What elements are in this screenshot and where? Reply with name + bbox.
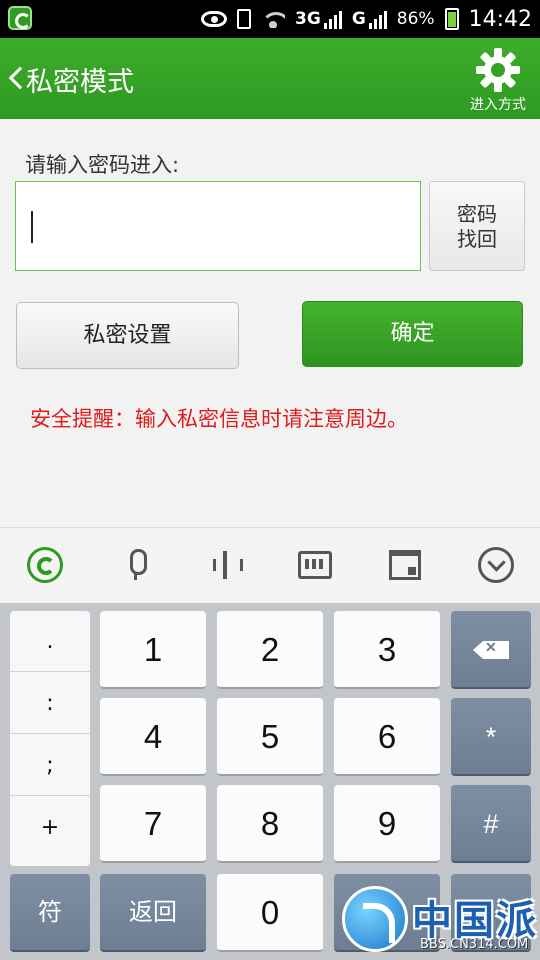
password-prompt: 请输入密码进入: [25, 153, 180, 177]
key-8[interactable]: 8 [217, 785, 323, 863]
keyboard-toolbar [0, 527, 540, 603]
star-key[interactable]: * [451, 698, 531, 776]
key-9[interactable]: 9 [334, 785, 440, 863]
return-key[interactable]: 返回 [100, 874, 206, 952]
watermark-emblem-icon [342, 886, 408, 952]
key-1[interactable]: 1 [100, 611, 206, 689]
key-4[interactable]: 4 [100, 698, 206, 776]
wifi-icon [261, 10, 286, 28]
gear-icon [476, 48, 520, 92]
key-3[interactable]: 3 [334, 611, 440, 689]
key-6[interactable]: 6 [334, 698, 440, 776]
status-bar: 3G G 86% 14:42 [0, 0, 540, 38]
key-0[interactable]: 0 [217, 874, 323, 952]
network-g-indicator: G [352, 9, 387, 29]
text-cursor-icon[interactable] [207, 547, 243, 583]
private-settings-button[interactable]: 私密设置 [16, 302, 239, 369]
key-7[interactable]: 7 [100, 785, 206, 863]
watermark-logo: 中国派 BBS.CN314.COM [338, 882, 540, 960]
keyboard-icon[interactable] [298, 551, 332, 579]
back-arrow-icon[interactable] [6, 60, 24, 96]
collapse-icon[interactable] [478, 547, 514, 583]
security-warning: 安全提醒：输入私密信息时请注意周边。 [30, 407, 408, 431]
symbol-column: . : ; + [10, 611, 90, 866]
battery-icon [444, 8, 459, 30]
page-title[interactable]: 私密模式 [26, 60, 134, 99]
vibrate-icon [237, 9, 252, 29]
key-2[interactable]: 2 [217, 611, 323, 689]
symbol-key-colon[interactable]: : [10, 673, 90, 734]
window-icon[interactable] [389, 550, 421, 580]
find-password-label-line2: 找回 [457, 227, 497, 251]
eye-icon [201, 11, 228, 27]
symbol-key-period[interactable]: . [10, 611, 90, 672]
signal-bars-icon [368, 11, 387, 29]
password-input[interactable] [15, 181, 421, 271]
app-logo-icon[interactable] [27, 547, 63, 583]
signal-bars-icon [323, 11, 342, 29]
symbol-key-plus[interactable]: + [10, 797, 90, 858]
symbol-switch-key[interactable]: 符 [10, 874, 90, 952]
entry-method-label: 进入方式 [470, 97, 526, 113]
entry-method-button[interactable]: 进入方式 [466, 44, 530, 116]
watermark-url: BBS.CN314.COM [420, 937, 529, 952]
backspace-key[interactable] [451, 611, 531, 689]
key-5[interactable]: 5 [217, 698, 323, 776]
confirm-button[interactable]: 确定 [302, 301, 523, 367]
microphone-icon[interactable] [118, 547, 154, 583]
symbol-key-semicolon[interactable]: ; [10, 735, 90, 796]
hash-key[interactable]: # [451, 785, 531, 863]
find-password-label-line1: 密码 [457, 202, 497, 226]
battery-percent: 86% [396, 9, 435, 29]
app-header: 私密模式 进入方式 [0, 38, 540, 119]
text-caret [31, 211, 33, 243]
find-password-button[interactable]: 密码 找回 [429, 181, 525, 271]
network-3g-indicator: 3G [295, 9, 342, 29]
backspace-icon [473, 641, 509, 659]
app-notification-icon [8, 6, 32, 30]
clock: 14:42 [468, 6, 532, 32]
